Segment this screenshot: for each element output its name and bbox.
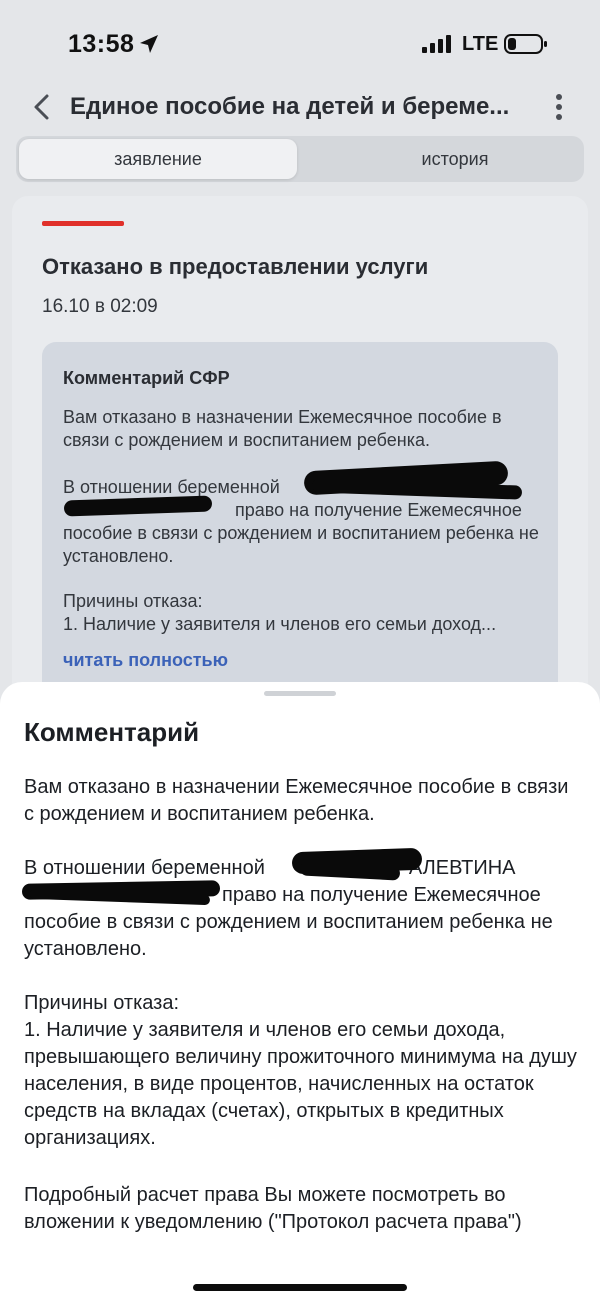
signal-bars-icon <box>422 35 451 53</box>
comment-reasons-title: Причины отказа: <box>63 591 203 611</box>
network-type: LTE <box>462 33 499 55</box>
more-options-icon[interactable] <box>548 92 570 122</box>
status-title: Отказано в предоставлении услуги <box>42 254 429 279</box>
sheet-drag-handle[interactable] <box>264 691 336 696</box>
comment-title: Комментарий СФР <box>63 368 230 388</box>
comment-reasons-preview: 1. Наличие у заявителя и членов его семь… <box>63 614 497 634</box>
page-title: Единое пособие на детей и береме... <box>70 93 510 120</box>
comment-bottom-sheet: Комментарий Вам отказано в назначении Еж… <box>0 682 600 1303</box>
status-time: 13:58 <box>68 30 135 58</box>
status-card: Отказано в предоставлении услуги 16.10 в… <box>12 196 588 756</box>
sheet-reasons-title: Причины отказа: <box>24 992 180 1014</box>
status-date: 16.10 в 02:09 <box>42 296 158 317</box>
status-bar: 13:58 LTE <box>0 0 600 90</box>
read-more-link[interactable]: читать полностью <box>63 650 228 671</box>
tab-application[interactable]: заявление <box>19 139 297 179</box>
comment-p2-start: В отношении беременной <box>63 477 280 497</box>
sheet-title: Комментарий <box>24 717 200 747</box>
home-indicator[interactable] <box>193 1284 407 1291</box>
sheet-paragraph-4: Подробный расчет права Вы можете посмотр… <box>24 1184 522 1233</box>
sheet-p2-name: АЛЕВТИНА <box>408 857 516 879</box>
battery-icon <box>504 34 547 54</box>
sheet-paragraph-1: Вам отказано в назначении Ежемесячное по… <box>24 776 569 825</box>
back-chevron-icon[interactable] <box>30 92 54 122</box>
sheet-p2-start: В отношении беременной <box>24 857 265 879</box>
sheet-reasons-text: 1. Наличие у заявителя и членов его семь… <box>24 1019 577 1149</box>
location-arrow-icon <box>140 35 158 53</box>
app-header: Единое пособие на детей и береме... <box>0 88 600 128</box>
segmented-tabs: заявление история <box>16 136 584 182</box>
tab-history[interactable]: история <box>316 139 594 179</box>
comment-paragraph-1: Вам отказано в назначении Ежемесячное по… <box>63 407 502 450</box>
sheet-reasons: Причины отказа: 1. Наличие у заявителя и… <box>24 990 580 1152</box>
refusal-status-bar <box>42 221 124 226</box>
